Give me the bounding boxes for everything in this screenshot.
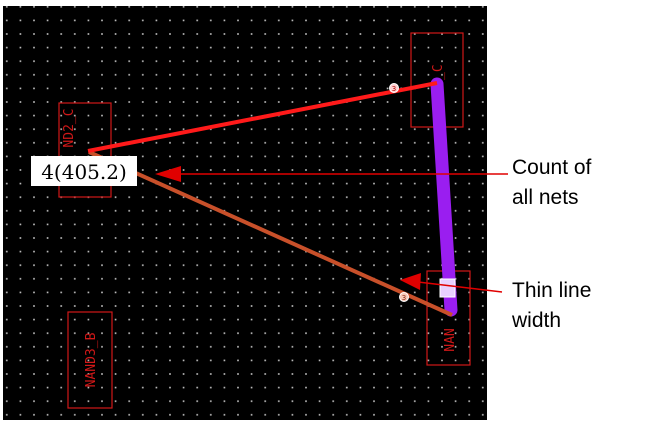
net-marker-bottom: 3	[399, 292, 409, 302]
net-marker-top: 3	[389, 83, 399, 93]
callout-thin-line-2: width	[511, 309, 561, 332]
component-label: NAN	[443, 328, 458, 351]
via-square	[439, 278, 456, 298]
net-marker-label: 3	[392, 85, 396, 93]
component-label: ND2_C	[62, 108, 77, 147]
net-count-text: 4(405.2)	[41, 160, 127, 184]
callout-count-line-1: Count of	[512, 156, 592, 179]
net-count-label: 4(405.2)	[31, 156, 137, 186]
diagram-canvas: D2_C ND2_C NAN NAND3_B 3 3 4(405.2)	[3, 6, 592, 420]
callout-thin-line-1: Thin line	[512, 279, 591, 302]
component-label: NAND3_B	[84, 332, 99, 387]
net-marker-label: 3	[402, 294, 406, 302]
grid-dots	[3, 6, 487, 420]
callout-count-line-2: all nets	[512, 186, 579, 209]
